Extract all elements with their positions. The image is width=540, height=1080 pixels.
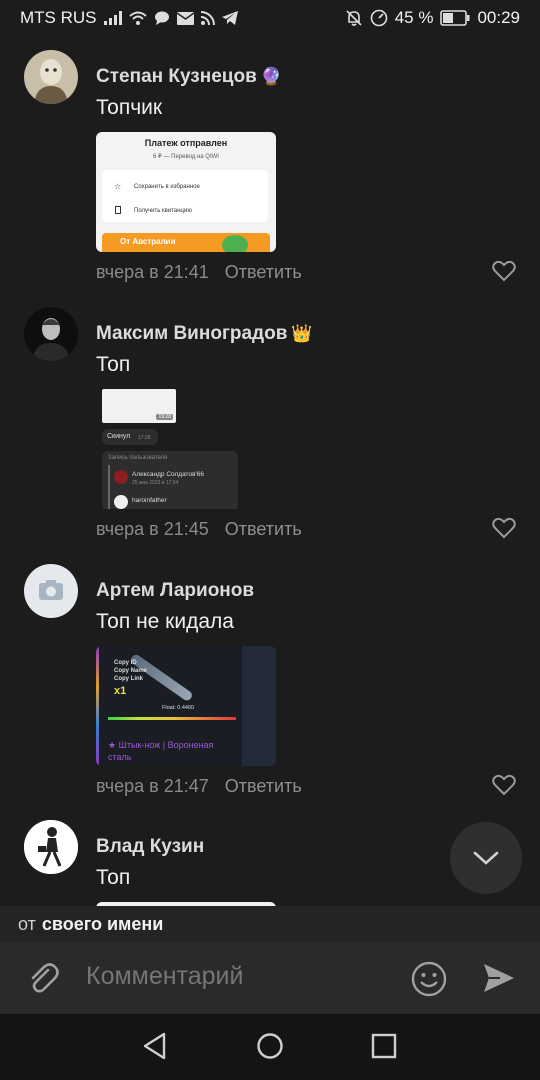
- menu-copy-name: Copy Name: [114, 668, 148, 674]
- reply-button[interactable]: Ответить: [225, 776, 302, 797]
- receipt-doc-icon: [115, 206, 121, 214]
- crown-badge: 👑: [291, 324, 313, 343]
- menu-copy-link: Copy Link: [114, 676, 144, 682]
- float-label: Float: 0.4460: [162, 705, 195, 711]
- promo-decoration: [222, 235, 248, 252]
- comment-author[interactable]: Степан Кузнецов 🔮: [96, 66, 282, 88]
- receipt-row-favorite: Сохранить в избранное: [134, 184, 200, 190]
- star-icon: ☆: [114, 182, 122, 191]
- camera-icon: [39, 580, 63, 600]
- play-icon: [114, 495, 128, 509]
- receipt-subtitle: 6 ₽ — Перевод на QIWI: [153, 154, 219, 160]
- comments-feed[interactable]: Степан Кузнецов 🔮 Топчик Платеж отправлен…: [0, 36, 540, 906]
- speed-icon: [370, 9, 388, 27]
- emoji-icon[interactable]: [410, 960, 448, 1003]
- recents-icon[interactable]: [370, 1032, 398, 1065]
- comment-input[interactable]: [86, 962, 386, 991]
- receipt-title: Платеж отправлен: [144, 138, 228, 148]
- chat-message: Скинул: [107, 433, 131, 440]
- status-bar: MTS RUS 45 % 00:29: [0, 0, 540, 36]
- avatar[interactable]: [24, 307, 78, 361]
- home-icon[interactable]: [256, 1032, 284, 1065]
- carrier-label: MTS RUS: [20, 8, 97, 27]
- attachment-image[interactable]: Copy ID Copy Name Copy Link x1 Float: 0.…: [96, 646, 276, 766]
- system-nav-bar: [0, 1014, 540, 1080]
- avatar[interactable]: [24, 820, 78, 874]
- post-as-selector[interactable]: от своего имени: [0, 906, 540, 942]
- comment-time: вчера в 21:45: [96, 519, 209, 539]
- post-as-name[interactable]: своего имени: [42, 914, 163, 935]
- chevron-down-icon: [473, 851, 499, 865]
- bubble-time: 19:28: [156, 414, 173, 420]
- receipt-row-receipt: Получить квитанцию: [134, 208, 192, 214]
- attachment-image[interactable]: 19:28 Скинул 17:28 Запись пользователя А…: [96, 389, 276, 509]
- comment-text: Топ не кидала: [96, 610, 234, 633]
- wifi-icon: [128, 11, 147, 25]
- crystal-ball-badge: 🔮: [260, 67, 282, 86]
- rss-icon: [200, 11, 215, 25]
- mail-icon: [176, 11, 194, 25]
- chat-message-time: 17:28: [138, 435, 151, 441]
- attach-paperclip-icon[interactable]: [24, 960, 60, 1001]
- repost-avatar: [114, 470, 128, 484]
- like-heart-icon[interactable]: [492, 260, 518, 286]
- post-as-prefix: от: [18, 913, 36, 934]
- repost-author: Александр Солдатов'66: [132, 471, 204, 478]
- avatar[interactable]: [24, 50, 78, 104]
- battery-percent: 45 %: [394, 8, 434, 27]
- back-icon[interactable]: [142, 1032, 168, 1065]
- comment-time: вчера в 21:47: [96, 776, 209, 796]
- comment-item: Максим Виноградов 👑 Топ 19:28 Скинул 17:2…: [0, 307, 540, 547]
- item-name: ★ Штык-нож | Вороненая сталь: [108, 740, 214, 762]
- comment-item: Степан Кузнецов 🔮 Топчик Платеж отправлен…: [0, 50, 540, 290]
- telegram-icon: [221, 11, 238, 25]
- clock: 00:29: [477, 8, 520, 27]
- comment-author[interactable]: Максим Виноградов 👑: [96, 323, 313, 345]
- comment-meta: вчера в 21:41 Ответить: [96, 262, 302, 283]
- comment-text: Топчик: [96, 96, 163, 119]
- comment-meta: вчера в 21:45 Ответить: [96, 519, 302, 540]
- repost-header: Запись пользователя: [108, 455, 168, 461]
- comment-text: Топ: [96, 866, 131, 889]
- comment-author[interactable]: Артем Ларионов: [96, 580, 254, 602]
- chat-icon: [154, 11, 170, 25]
- comment-item: Артем Ларионов Топ не кидала Copy ID Cop…: [0, 564, 540, 804]
- signal-icon: [103, 11, 122, 25]
- comment-text: Топ: [96, 353, 131, 376]
- battery-icon: [440, 10, 470, 26]
- mute-bell-icon: [345, 9, 363, 27]
- repost-date: 25 мая 2023 в 17:04: [132, 480, 179, 486]
- repost-user: haroinfather: [132, 497, 167, 504]
- attachment-image[interactable]: Платеж отправлен 6 ₽ — Перевод на QIWI ☆…: [96, 132, 276, 252]
- item-quantity: x1: [114, 685, 127, 697]
- send-icon[interactable]: [482, 962, 516, 999]
- promo-banner: От Австралии: [102, 233, 270, 252]
- float-bar: [108, 717, 236, 720]
- comment-time: вчера в 21:41: [96, 262, 209, 282]
- menu-copy-id: Copy ID: [114, 660, 137, 666]
- like-heart-icon[interactable]: [492, 517, 518, 543]
- like-heart-icon[interactable]: [492, 774, 518, 800]
- comment-author[interactable]: Влад Кузин: [96, 836, 204, 858]
- comment-meta: вчера в 21:47 Ответить: [96, 776, 302, 797]
- reply-button[interactable]: Ответить: [225, 262, 302, 283]
- reply-button[interactable]: Ответить: [225, 519, 302, 540]
- avatar-placeholder[interactable]: [24, 564, 78, 618]
- scroll-down-button[interactable]: [450, 822, 522, 894]
- comment-composer: [0, 942, 540, 1014]
